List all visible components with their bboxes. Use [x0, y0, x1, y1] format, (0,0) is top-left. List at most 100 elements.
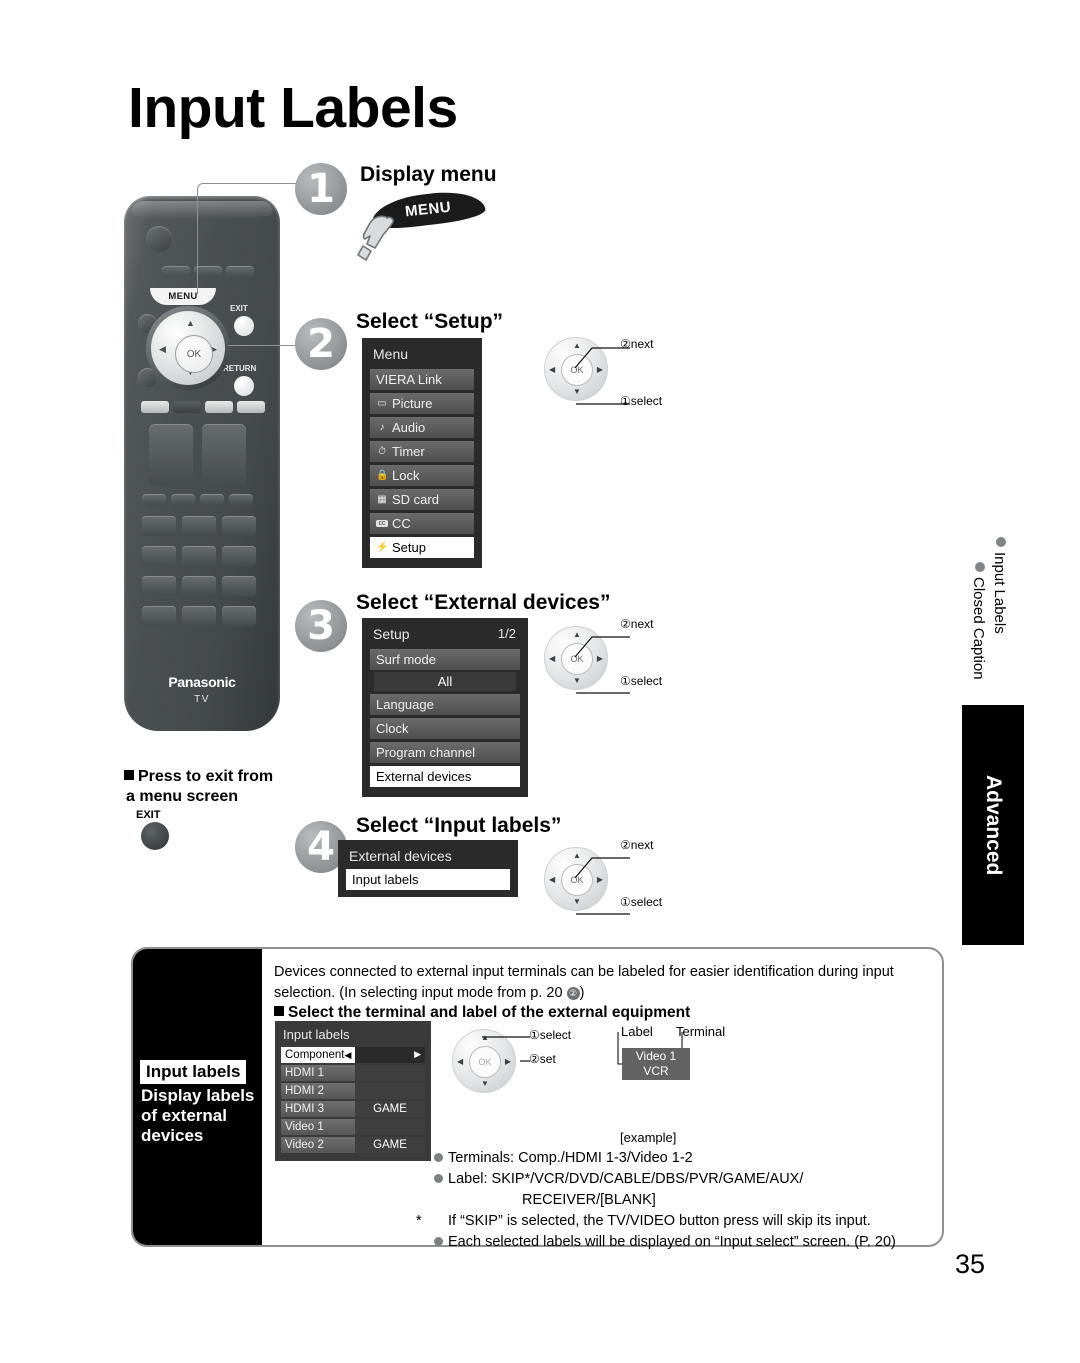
osd-input-labels-title: Input labels: [283, 1027, 350, 1042]
remote-numpad-0: [182, 606, 216, 626]
lock-icon: 🔒: [376, 470, 389, 481]
osd-input-labels-row-component[interactable]: Component◀ ▶: [281, 1047, 425, 1063]
osd-setup-item-external-devices[interactable]: External devices: [370, 766, 520, 787]
osd-menu-item-cc[interactable]: cc CC: [370, 513, 474, 534]
osd-menu-item-sd-card-label: SD card: [392, 492, 439, 507]
feature-panel-bullets: Terminals: Comp./HDMI 1-3/Video 1-2 Labe…: [416, 1148, 944, 1253]
section-tab-advanced[interactable]: Advanced: [962, 705, 1024, 945]
osd-input-labels-row-hdmi3[interactable]: HDMI 3 GAME: [281, 1101, 425, 1117]
osd-setup-surf-mode-value[interactable]: All: [374, 672, 516, 691]
bullet-terminals: Terminals: Comp./HDMI 1-3/Video 1-2: [434, 1148, 944, 1169]
step-4-callout-lines: [574, 857, 630, 915]
feature-panel-note-select: ①select: [529, 1028, 571, 1042]
step-4-note-next-num: ②: [620, 838, 631, 852]
osd-menu-item-picture[interactable]: ▭ Picture: [370, 393, 474, 414]
remote-exit-button: [234, 316, 254, 336]
osd-menu-item-setup[interactable]: ⚡ Setup: [370, 537, 474, 558]
osd-setup-item-language-label: Language: [376, 697, 434, 712]
timer-clock-icon: ⏱: [378, 446, 386, 457]
osd-input-labels-row-hdmi2[interactable]: HDMI 2: [281, 1083, 425, 1099]
toc-item-closed-caption[interactable]: Closed Caption: [970, 577, 987, 680]
osd-input-labels-value: GAME: [355, 1137, 425, 1153]
osd-menu: Menu VIERA Link ▭ Picture ♪ Audio ⏱ Time…: [362, 338, 482, 568]
osd-setup-item-surf-mode-label: Surf mode: [376, 652, 436, 667]
exit-instruction: Press to exit from a menu screen: [124, 767, 334, 807]
step-3-note-select-num: ①: [620, 674, 631, 688]
remote-top-key-1: [162, 266, 190, 277]
osd-input-labels-row-hdmi1[interactable]: HDMI 1: [281, 1065, 425, 1081]
osd-setup-item-program-channel[interactable]: Program channel: [370, 742, 520, 763]
remote-numpad-star: [142, 606, 176, 626]
feature-panel-paragraph: Devices connected to external input term…: [274, 962, 924, 1003]
step-2-note-next: ②next: [620, 337, 653, 351]
osd-external-devices-title: External devices: [349, 848, 452, 864]
osd-menu-item-audio-label: Audio: [392, 420, 426, 435]
osd-setup-item-language[interactable]: Language: [370, 694, 520, 715]
menu-press-banner-label: MENU: [404, 198, 452, 221]
step-3-note-select: ①select: [620, 674, 662, 688]
bullet-label-line2-wrap: RECEIVER/[BLANK]: [434, 1190, 944, 1211]
exit-instruction-line1: Press to exit from: [138, 768, 274, 785]
step-3-note-next-num: ②: [620, 617, 631, 631]
square-bullet-icon: [124, 770, 134, 780]
leader-line-ok: [228, 345, 300, 346]
toc-item-input-labels[interactable]: Input Labels: [991, 552, 1008, 634]
remote-numpad-7: [142, 576, 176, 596]
bullet-last: Each selected labels will be displayed o…: [434, 1232, 944, 1253]
inline-circle-number: ②: [566, 986, 580, 1000]
remote-numpad-9: [222, 576, 256, 596]
osd-setup-page-indicator: 1/2: [497, 626, 516, 641]
dial-left-arrow-icon: ◀: [549, 365, 556, 374]
remote-brand: Panasonic: [168, 674, 236, 690]
step-3-note-next-text: next: [630, 617, 654, 631]
remote-dpad-inner: ▲ ▼ ◀ ▶ OK: [151, 311, 225, 385]
osd-external-devices: External devices Input labels: [338, 840, 518, 897]
bullet-footnote-text: If “SKIP” is selected, the TV/VIDEO butt…: [448, 1212, 871, 1229]
step-4-note-next-text: next: [630, 838, 654, 852]
remote-ok-label: OK: [186, 348, 202, 360]
osd-setup-item-external-devices-label: External devices: [376, 769, 472, 784]
osd-input-labels-value: [355, 1119, 425, 1135]
exit-instruction-line2: a menu screen: [126, 788, 239, 805]
osd-menu-item-audio[interactable]: ♪ Audio: [370, 417, 474, 438]
osd-menu-item-lock-label: Lock: [392, 468, 420, 483]
remote-color-key-yellow: [205, 401, 233, 413]
step-4-note-select-text: select: [630, 895, 663, 909]
bullet-footnote: * If “SKIP” is selected, the TV/VIDEO but…: [416, 1211, 944, 1232]
exit-button-illustration: [141, 822, 169, 850]
bullet-last-text: Each selected labels will be displayed o…: [448, 1233, 896, 1250]
osd-input-labels-terminal: HDMI 3: [281, 1101, 355, 1117]
step-3-number: 3: [295, 600, 347, 652]
osd-setup-item-clock[interactable]: Clock: [370, 718, 520, 739]
osd-setup-item-surf-mode[interactable]: Surf mode: [370, 649, 520, 670]
remote-small-key-4: [229, 494, 253, 505]
footnote-marker: *: [416, 1212, 422, 1229]
osd-menu-item-sd-card[interactable]: ▦ SD card: [370, 489, 474, 510]
feature-panel-sidebar-text: Display labels of external devices: [141, 1086, 255, 1146]
feature-badge-input-labels: Input labels: [140, 1060, 247, 1084]
osd-menu-item-lock[interactable]: 🔒 Lock: [370, 465, 474, 486]
osd-menu-item-cc-label: CC: [392, 516, 411, 531]
remote-big-key-left: [149, 424, 193, 486]
leader-line-menu: [197, 183, 308, 294]
round-bullet-icon: [434, 1173, 443, 1183]
osd-input-labels-row-video1[interactable]: Video 1: [281, 1119, 425, 1135]
feature-panel-note-select-num: ①: [529, 1028, 540, 1042]
osd-external-devices-item-input-labels[interactable]: Input labels: [346, 869, 510, 890]
round-bullet-icon: [434, 1236, 443, 1246]
bullet-terminals-text: Terminals: Comp./HDMI 1-3/Video 1-2: [448, 1150, 693, 1166]
osd-menu-item-viera-link[interactable]: VIERA Link: [370, 369, 474, 390]
remote-brand-sub: TV: [194, 694, 210, 705]
bullet-label: Label: SKIP*/VCR/DVD/CABLE/DBS/PVR/GAME/…: [434, 1169, 944, 1190]
step-4-heading: Select “Input labels”: [356, 814, 562, 837]
remote-numpad-1: [142, 516, 176, 536]
osd-input-labels-terminal: Component◀: [281, 1047, 356, 1063]
osd-menu-item-timer[interactable]: ⏱ Timer: [370, 441, 474, 462]
exit-button-caption: EXIT: [136, 809, 161, 821]
toc-bullet-input-labels: [996, 537, 1006, 547]
osd-input-labels-row-video2[interactable]: Video 2 GAME: [281, 1137, 425, 1153]
dial-left-arrow-icon: ◀: [457, 1057, 464, 1066]
remote-small-key-1: [142, 494, 166, 505]
osd-input-labels-terminal: Video 2: [281, 1137, 355, 1153]
closed-caption-icon: cc: [376, 520, 388, 527]
